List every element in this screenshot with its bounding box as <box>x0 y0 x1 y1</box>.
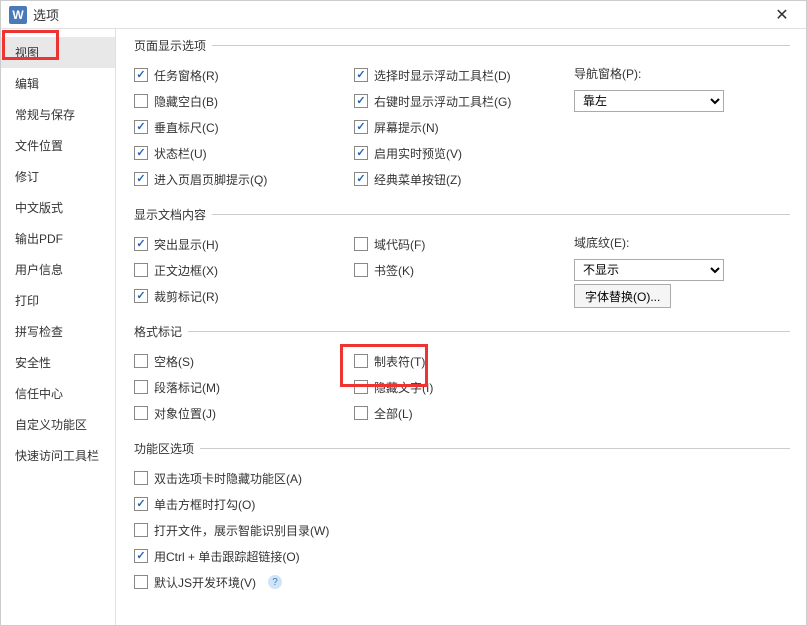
chk-statusbar[interactable]: 状态栏(U) <box>134 145 207 162</box>
sidebar-item[interactable]: 打印 <box>1 285 115 316</box>
sidebar-item[interactable]: 快速访问工具栏 <box>1 440 115 471</box>
chk-task-pane[interactable]: 任务窗格(R) <box>134 67 219 84</box>
sidebar-item[interactable]: 视图 <box>1 37 115 68</box>
checkbox-icon <box>134 523 148 537</box>
chk-crop-mark[interactable]: 裁剪标记(R) <box>134 288 219 305</box>
checkbox-icon <box>134 549 148 563</box>
chk-js-env[interactable]: 默认JS开发环境(V)? <box>134 574 282 591</box>
checkbox-icon <box>354 94 368 108</box>
checkbox-icon <box>134 497 148 511</box>
chk-hf-tip[interactable]: 进入页眉页脚提示(Q) <box>134 171 267 188</box>
chk-text-border[interactable]: 正文边框(X) <box>134 262 218 279</box>
checkbox-icon <box>134 172 148 186</box>
checkbox-icon <box>354 237 368 251</box>
chk-screen-tip[interactable]: 屏幕提示(N) <box>354 119 439 136</box>
sidebar-item[interactable]: 中文版式 <box>1 192 115 223</box>
group-legend: 格式标记 <box>134 323 188 340</box>
checkbox-icon <box>354 354 368 368</box>
chk-ctrl-click[interactable]: 用Ctrl + 单击跟踪超链接(O) <box>134 548 300 565</box>
chk-hide-blank[interactable]: 隐藏空白(B) <box>134 93 218 110</box>
field-shade-select[interactable]: 不显示 <box>574 259 724 281</box>
chk-anchor[interactable]: 对象位置(J) <box>134 405 216 422</box>
nav-pane-select[interactable]: 靠左 <box>574 90 724 112</box>
sidebar-item[interactable]: 编辑 <box>1 68 115 99</box>
checkbox-icon <box>134 354 148 368</box>
group-legend: 功能区选项 <box>134 440 200 457</box>
group-legend: 显示文档内容 <box>134 206 212 223</box>
checkbox-icon <box>354 263 368 277</box>
chk-smart-dir[interactable]: 打开文件，展示智能识别目录(W) <box>134 522 329 539</box>
checkbox-icon <box>134 289 148 303</box>
sidebar-item[interactable]: 修订 <box>1 161 115 192</box>
checkbox-icon <box>354 406 368 420</box>
checkbox-icon <box>134 146 148 160</box>
titlebar: W 选项 ✕ <box>1 1 806 29</box>
sidebar-item[interactable]: 文件位置 <box>1 130 115 161</box>
checkbox-icon <box>134 575 148 589</box>
sidebar-item[interactable]: 常规与保存 <box>1 99 115 130</box>
chk-highlight[interactable]: 突出显示(H) <box>134 236 219 253</box>
sidebar-item[interactable]: 拼写检查 <box>1 316 115 347</box>
sidebar-item[interactable]: 自定义功能区 <box>1 409 115 440</box>
checkbox-icon <box>354 68 368 82</box>
sidebar: 视图编辑常规与保存文件位置修订中文版式输出PDF用户信息打印拼写检查安全性信任中… <box>1 29 116 625</box>
chk-space[interactable]: 空格(S) <box>134 353 194 370</box>
nav-pane-label: 导航窗格(P): <box>574 65 641 82</box>
checkbox-icon <box>134 406 148 420</box>
chk-click-tick[interactable]: 单击方框时打勾(O) <box>134 496 255 513</box>
chk-sel-float[interactable]: 选择时显示浮动工具栏(D) <box>354 67 511 84</box>
checkbox-icon <box>134 471 148 485</box>
sidebar-item[interactable]: 输出PDF <box>1 223 115 254</box>
chk-hidden[interactable]: 隐藏文字(I) <box>354 379 433 396</box>
chk-dbl-hide[interactable]: 双击选项卡时隐藏功能区(A) <box>134 470 302 487</box>
group-format-marks: 格式标记 空格(S) 制表符(T) 段落标记(M) 隐藏文字(I) 对象位置(J… <box>134 323 790 430</box>
group-legend: 页面显示选项 <box>134 37 212 54</box>
content-panel: 页面显示选项 任务窗格(R) 选择时显示浮动工具栏(D) 导航窗格(P): 隐藏… <box>116 29 806 625</box>
checkbox-icon <box>354 146 368 160</box>
chk-vruler[interactable]: 垂直标尺(C) <box>134 119 219 136</box>
group-ribbon: 功能区选项 双击选项卡时隐藏功能区(A) 单击方框时打勾(O) 打开文件，展示智… <box>134 440 790 599</box>
help-icon[interactable]: ? <box>268 575 282 589</box>
chk-para-mark[interactable]: 段落标记(M) <box>134 379 220 396</box>
app-icon: W <box>9 6 27 24</box>
chk-tab[interactable]: 制表符(T) <box>354 353 425 370</box>
window-title: 选项 <box>33 5 59 24</box>
font-replace-button[interactable]: 字体替换(O)... <box>574 284 671 308</box>
group-page-display: 页面显示选项 任务窗格(R) 选择时显示浮动工具栏(D) 导航窗格(P): 隐藏… <box>134 37 790 196</box>
checkbox-icon <box>134 380 148 394</box>
checkbox-icon <box>134 120 148 134</box>
checkbox-icon <box>354 120 368 134</box>
field-shade-label: 域底纹(E): <box>574 234 629 251</box>
sidebar-item[interactable]: 用户信息 <box>1 254 115 285</box>
checkbox-icon <box>354 172 368 186</box>
chk-field-code[interactable]: 域代码(F) <box>354 236 425 253</box>
checkbox-icon <box>134 237 148 251</box>
chk-live-preview[interactable]: 启用实时预览(V) <box>354 145 462 162</box>
checkbox-icon <box>134 68 148 82</box>
sidebar-item[interactable]: 信任中心 <box>1 378 115 409</box>
chk-classic-menu[interactable]: 经典菜单按钮(Z) <box>354 171 461 188</box>
chk-bookmark[interactable]: 书签(K) <box>354 262 414 279</box>
checkbox-icon <box>134 263 148 277</box>
checkbox-icon <box>134 94 148 108</box>
sidebar-item[interactable]: 安全性 <box>1 347 115 378</box>
chk-rclick-float[interactable]: 右键时显示浮动工具栏(G) <box>354 93 511 110</box>
close-button[interactable]: ✕ <box>762 3 802 27</box>
checkbox-icon <box>354 380 368 394</box>
chk-all[interactable]: 全部(L) <box>354 405 413 422</box>
group-show-doc: 显示文档内容 突出显示(H) 域代码(F) 域底纹(E): 正文边框(X) 书签… <box>134 206 790 313</box>
